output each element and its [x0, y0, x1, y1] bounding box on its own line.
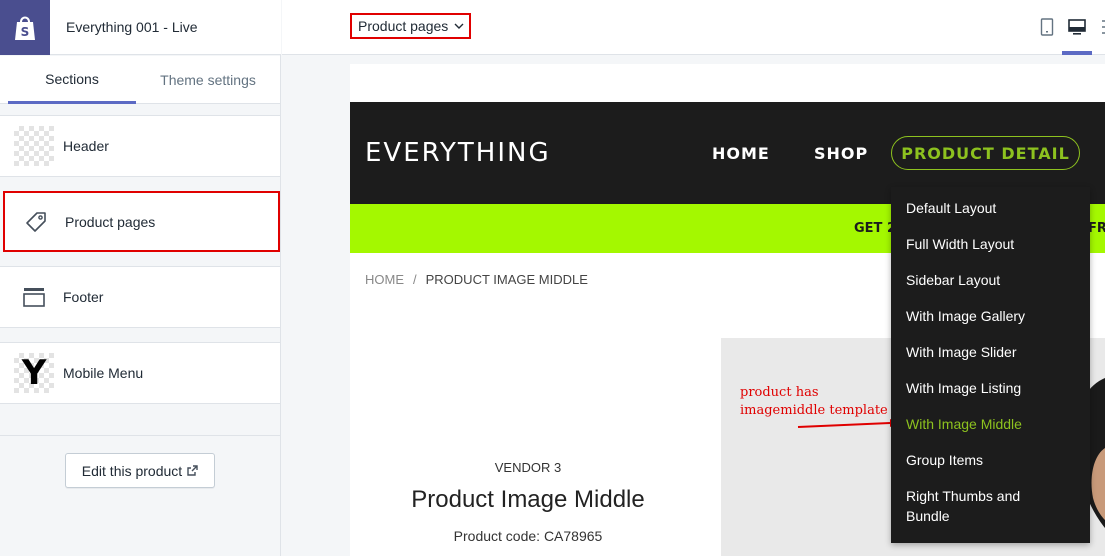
promo-text-right: FR [1088, 221, 1105, 236]
footer-layout-icon [14, 277, 54, 317]
tab-sections[interactable]: Sections [8, 56, 136, 104]
sidebar-divider [0, 435, 280, 436]
section-product-pages[interactable]: Product pages [3, 191, 280, 252]
dropdown-item-with-image-middle[interactable]: With Image Middle [906, 414, 1022, 434]
dropdown-item-group-items[interactable]: Group Items [906, 450, 983, 470]
dropdown-item-right-thumbs-and-bundle[interactable]: Right Thumbs and [906, 486, 1020, 506]
site-logo[interactable]: EVERYTHING [365, 138, 551, 168]
mobile-icon[interactable] [1036, 16, 1058, 38]
shopify-bag-icon: S [15, 16, 35, 40]
breadcrumb-current: PRODUCT IMAGE MIDDLE [425, 272, 588, 287]
section-header[interactable]: Header [0, 115, 280, 177]
dropdown-item-sidebar-layout[interactable]: Sidebar Layout [906, 270, 1000, 290]
shopify-logo[interactable]: S [0, 0, 50, 55]
svg-text:S: S [21, 25, 30, 39]
sidebar-topbar: S Everything 001 - Live [0, 0, 281, 55]
editor-topbar: Product pages [282, 0, 1105, 55]
edit-this-product-button[interactable]: Edit this product [65, 453, 215, 488]
template-select[interactable]: Product pages [350, 13, 471, 39]
edit-button-label: Edit this product [81, 462, 183, 479]
nav-product-detail[interactable]: PRODUCT DETAIL [891, 136, 1080, 170]
section-label: Product pages [65, 213, 156, 230]
product-code: Product code: CA78965 [453, 528, 603, 544]
store-title: Everything 001 - Live [66, 19, 198, 35]
promo-text: GET 2 [854, 221, 896, 236]
dropdown-item-default-layout[interactable]: Default Layout [906, 198, 996, 218]
breadcrumb: HOME / PRODUCT IMAGE MIDDLE [365, 272, 588, 287]
dropdown-item-with-image-gallery[interactable]: With Image Gallery [906, 306, 1025, 326]
mobile-menu-glyph: Y [21, 353, 47, 393]
nav-home[interactable]: HOME [712, 144, 770, 163]
dropdown-item-with-image-slider[interactable]: With Image Slider [906, 342, 1016, 362]
section-label: Footer [63, 289, 104, 305]
template-select-value: Product pages [358, 18, 449, 34]
tag-icon [16, 202, 56, 242]
annotation-line-1: product has [740, 385, 819, 400]
section-mobile-menu[interactable]: Y Mobile Menu [0, 342, 280, 404]
breadcrumb-home[interactable]: HOME [365, 272, 404, 287]
dropdown-item-with-image-listing[interactable]: With Image Listing [906, 378, 1021, 398]
annotation-arrow-icon [797, 419, 898, 428]
section-label: Header [63, 138, 109, 154]
fullscreen-icon[interactable] [1095, 16, 1105, 38]
section-footer[interactable]: Footer [0, 266, 280, 328]
active-device-indicator [1062, 51, 1092, 55]
external-link-icon [187, 465, 198, 476]
mobile-menu-thumbnail-icon: Y [14, 353, 54, 393]
dropdown-item-full-width-layout[interactable]: Full Width Layout [906, 234, 1014, 254]
checker-thumbnail-icon [14, 126, 54, 166]
product-vendor: VENDOR 3 [494, 460, 562, 475]
chevron-down-icon [454, 23, 464, 29]
editor-sidebar: S Everything 001 - Live Sections Theme s… [0, 0, 281, 556]
dropdown-item-right-thumbs-and-bundle-line2[interactable]: Bundle [906, 506, 950, 526]
product-detail-dropdown: Default Layout Full Width Layout Sidebar… [891, 187, 1090, 543]
tab-theme-settings[interactable]: Theme settings [136, 56, 280, 104]
product-title: Product Image Middle [411, 486, 645, 513]
desktop-icon[interactable] [1066, 16, 1088, 38]
annotation-note: product has imagemiddle template [740, 384, 888, 420]
section-label: Mobile Menu [63, 365, 144, 381]
breadcrumb-separator: / [413, 272, 417, 287]
sidebar-tabs: Sections Theme settings [0, 56, 280, 104]
nav-shop[interactable]: SHOP [814, 144, 868, 163]
